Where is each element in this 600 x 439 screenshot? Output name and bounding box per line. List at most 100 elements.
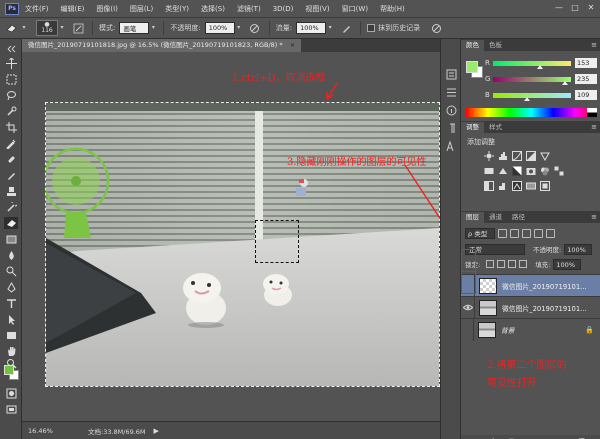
vibrance-icon[interactable] xyxy=(539,151,550,161)
opacity-input[interactable]: 100% xyxy=(204,22,235,34)
channel-mixer-icon[interactable] xyxy=(539,166,550,176)
brush-panel-icon[interactable] xyxy=(70,21,86,35)
color-lookup-icon[interactable] xyxy=(553,166,564,176)
marquee-tool-icon[interactable] xyxy=(4,73,18,85)
posterize-icon[interactable] xyxy=(497,181,508,191)
red-channel-slider[interactable] xyxy=(493,60,571,69)
tab-layers[interactable]: 图层 xyxy=(461,212,484,223)
clone-stamp-tool-icon[interactable] xyxy=(4,185,18,197)
pen-tool-icon[interactable] xyxy=(4,281,18,293)
hand-tool-icon[interactable] xyxy=(4,345,18,357)
filter-pixel-icon[interactable] xyxy=(498,228,507,238)
eyedropper-tool-icon[interactable] xyxy=(4,137,18,149)
quick-selection-tool-icon[interactable] xyxy=(4,105,18,117)
tab-paths[interactable]: 路径 xyxy=(507,212,530,223)
properties-panel-icon[interactable] xyxy=(446,87,457,98)
menu-layer[interactable]: 图层(L) xyxy=(130,4,153,14)
airbrush-icon[interactable] xyxy=(338,21,354,35)
chevron-down-icon[interactable]: ▾ xyxy=(235,22,243,34)
exposure-icon[interactable] xyxy=(525,151,536,161)
eraser-tool-preset-icon[interactable] xyxy=(4,21,20,35)
selective-color-icon[interactable] xyxy=(539,181,550,191)
blue-channel-value[interactable]: 109 xyxy=(575,90,597,100)
close-tab-icon[interactable]: × xyxy=(290,41,295,49)
close-button[interactable]: ✕ xyxy=(586,3,596,13)
color-balance-icon[interactable] xyxy=(497,166,508,176)
chevron-down-icon[interactable]: ▾ xyxy=(149,22,157,34)
photo-filter-icon[interactable] xyxy=(525,166,536,176)
green-channel-value[interactable]: 235 xyxy=(575,74,597,84)
panel-menu-icon[interactable]: ≡ xyxy=(591,123,597,131)
quick-mask-icon[interactable] xyxy=(4,387,18,399)
tab-channels[interactable]: 通道 xyxy=(484,212,507,223)
type-tool-icon[interactable] xyxy=(4,297,18,309)
threshold-icon[interactable] xyxy=(511,181,522,191)
hue-saturation-icon[interactable] xyxy=(483,166,494,176)
blend-mode-select[interactable]: 正常 xyxy=(465,243,525,255)
move-tool-icon[interactable] xyxy=(4,57,18,69)
menu-file[interactable]: 文件(F) xyxy=(25,4,49,14)
black-white-icon[interactable] xyxy=(511,166,522,176)
layer-kind-select[interactable]: ρ 类型 xyxy=(465,227,495,239)
paragraph-panel-icon[interactable] xyxy=(446,123,457,134)
lasso-tool-icon[interactable] xyxy=(4,89,18,101)
menu-select[interactable]: 选择(S) xyxy=(201,4,225,14)
canvas-area[interactable]: 1.ctrl+D，取消选框 3.隐藏刚刚操作的图层的可见性 xyxy=(22,52,440,421)
pressure-size-icon[interactable] xyxy=(428,21,444,35)
lock-transparent-icon[interactable] xyxy=(486,260,495,268)
tab-color[interactable]: 颜色 xyxy=(461,40,484,51)
blur-tool-icon[interactable] xyxy=(4,249,18,261)
tab-styles[interactable]: 样式 xyxy=(484,122,507,133)
menu-view[interactable]: 视图(V) xyxy=(305,4,329,14)
menu-type[interactable]: 类型(Y) xyxy=(165,4,189,14)
brightness-icon[interactable] xyxy=(483,151,494,161)
path-selection-tool-icon[interactable] xyxy=(4,313,18,325)
zoom-level[interactable]: 16.46% xyxy=(22,427,60,435)
lock-pixels-icon[interactable] xyxy=(497,260,506,268)
black-white-ramp[interactable] xyxy=(587,108,597,117)
menu-3d[interactable]: 3D(D) xyxy=(273,5,294,13)
brush-size-picker[interactable]: ● 116 xyxy=(36,20,58,36)
tab-swatches[interactable]: 色板 xyxy=(484,40,507,51)
dodge-tool-icon[interactable] xyxy=(4,265,18,277)
curves-icon[interactable] xyxy=(511,151,522,161)
panel-menu-icon[interactable]: ≡ xyxy=(591,41,597,49)
blue-slider-thumb[interactable] xyxy=(523,96,530,101)
filter-shape-icon[interactable] xyxy=(534,228,543,238)
layer-row[interactable]: 微信图片_20190719101... xyxy=(461,296,600,319)
lock-position-icon[interactable] xyxy=(508,260,517,268)
menu-edit[interactable]: 编辑(E) xyxy=(61,4,85,14)
flow-input[interactable]: 100% xyxy=(296,22,327,34)
menu-image[interactable]: 图像(I) xyxy=(96,4,118,14)
color-spectrum[interactable] xyxy=(466,108,597,117)
green-channel-slider[interactable] xyxy=(493,76,571,85)
gradient-map-icon[interactable] xyxy=(525,181,536,191)
mode-select[interactable]: 画笔 xyxy=(119,22,150,34)
layer-visibility-toggle-off[interactable] xyxy=(461,274,475,297)
history-checkbox[interactable] xyxy=(367,24,376,32)
menu-help[interactable]: 帮助(H) xyxy=(380,4,405,14)
green-slider-thumb[interactable] xyxy=(561,80,568,85)
chevron-down-icon[interactable]: ▾ xyxy=(326,22,334,34)
lock-all-icon[interactable] xyxy=(519,260,528,268)
healing-brush-tool-icon[interactable] xyxy=(4,153,18,165)
panel-menu-icon[interactable]: ≡ xyxy=(591,213,597,221)
tab-adjustments[interactable]: 调整 xyxy=(461,122,484,133)
filter-type-icon[interactable] xyxy=(522,228,531,238)
rectangle-tool-icon[interactable] xyxy=(4,329,18,341)
character-panel-icon[interactable] xyxy=(446,141,457,152)
brush-tool-icon[interactable] xyxy=(4,169,18,181)
filter-smart-object-icon[interactable] xyxy=(546,228,555,238)
foreground-color-swatch[interactable] xyxy=(4,365,14,375)
red-slider-thumb[interactable] xyxy=(536,64,543,69)
history-panel-icon[interactable] xyxy=(446,69,457,80)
blue-channel-slider[interactable] xyxy=(493,92,571,101)
chevron-down-icon[interactable]: ▾ xyxy=(58,22,66,34)
color-panel-foreground-swatch[interactable] xyxy=(466,61,478,73)
red-channel-value[interactable]: 153 xyxy=(575,58,597,68)
history-brush-tool-icon[interactable] xyxy=(4,201,18,213)
maximize-button[interactable]: □ xyxy=(570,3,580,13)
crop-tool-icon[interactable] xyxy=(4,121,18,133)
chevron-down-icon[interactable]: ▾ xyxy=(20,22,28,34)
fill-input[interactable]: 100% xyxy=(553,258,582,270)
